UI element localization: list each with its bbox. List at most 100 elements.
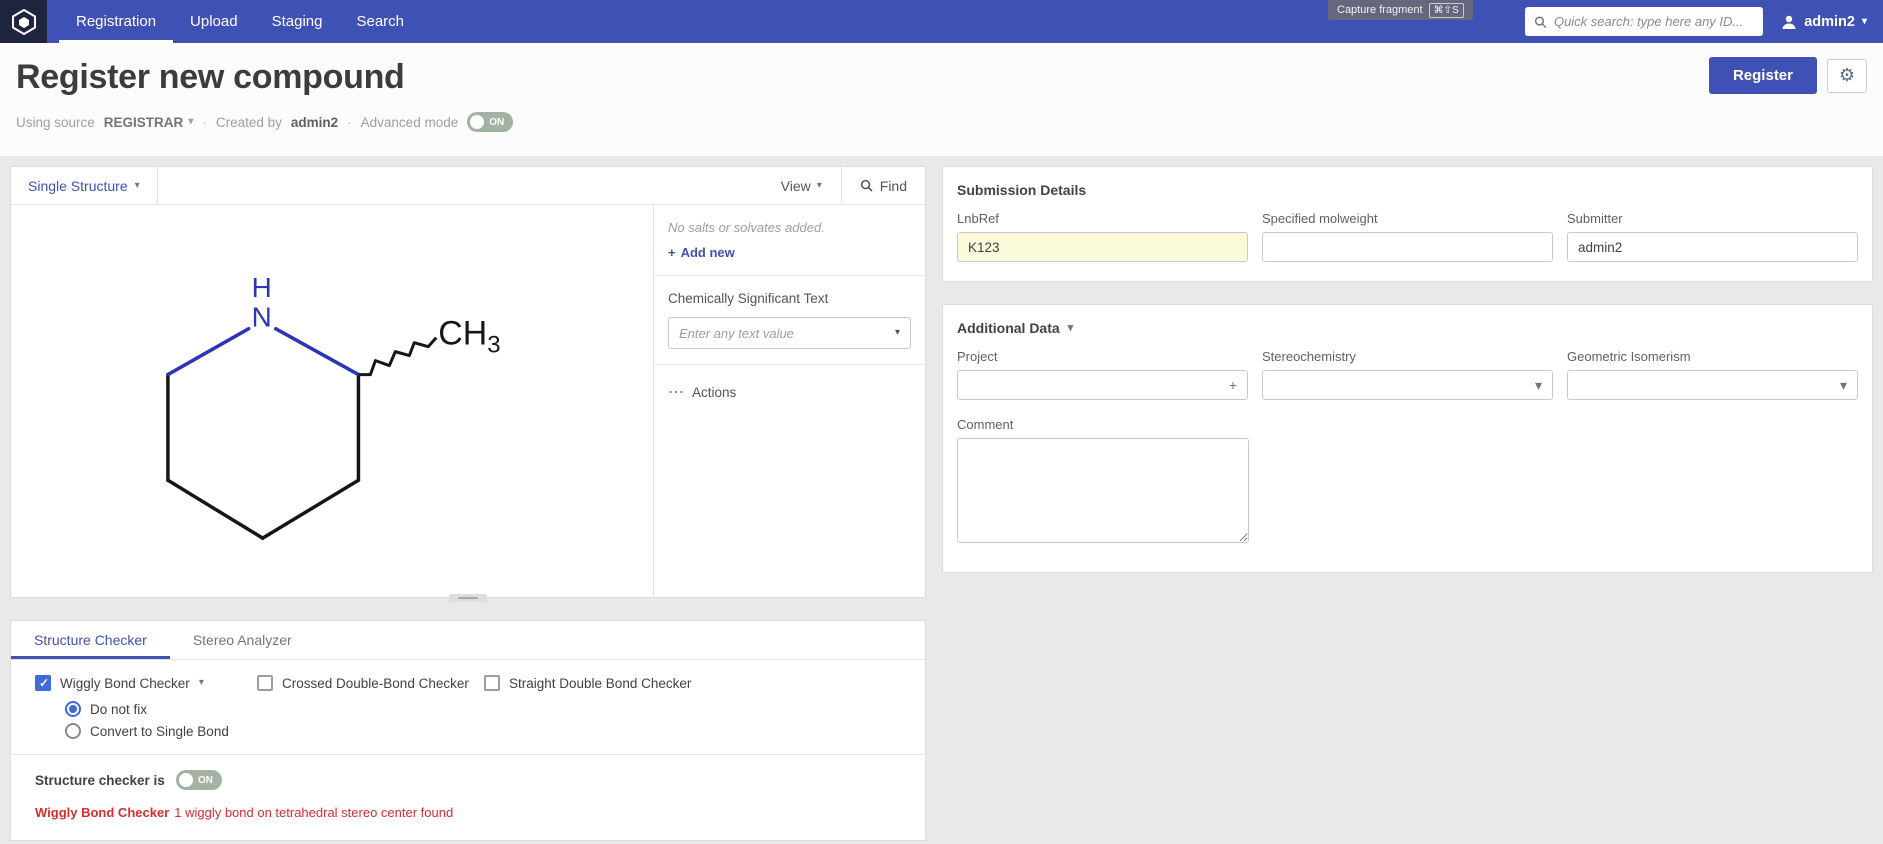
structure-card: Single Structure ▾ View ▾ Find — [10, 166, 926, 598]
geometric-isomerism-select[interactable]: ▾ — [1567, 370, 1858, 400]
capture-fragment-overlay[interactable]: Capture fragment ⌘⇧S — [1328, 0, 1473, 20]
actions-menu[interactable]: ⋯ Actions — [668, 365, 911, 402]
chevron-down-icon: ▾ — [1068, 323, 1074, 334]
brand-logo[interactable] — [0, 0, 47, 43]
add-new-label: Add new — [681, 245, 735, 260]
wiggly-bond — [358, 338, 436, 375]
molecule-drawing: H N CH3 — [11, 205, 653, 597]
field-label: Submitter — [1567, 211, 1858, 226]
field-label: Stereochemistry — [1262, 349, 1553, 364]
tab-stereo-analyzer[interactable]: Stereo Analyzer — [170, 621, 315, 659]
checker-list: Wiggly Bond Checker ▾ Crossed Double-Bon… — [35, 675, 901, 691]
created-by-value: admin2 — [291, 115, 338, 130]
nav-item-registration[interactable]: Registration — [59, 0, 173, 43]
advanced-mode-label: Advanced mode — [361, 115, 459, 130]
chevron-down-icon: ▾ — [895, 328, 900, 338]
checkbox[interactable] — [484, 675, 500, 691]
page-title: Register new compound — [16, 58, 1867, 97]
navbar-right: admin2 ▾ — [1525, 0, 1883, 43]
chevron-down-icon: ▾ — [1535, 377, 1542, 394]
checkbox[interactable] — [257, 675, 273, 691]
nav-item-upload[interactable]: Upload — [173, 0, 255, 43]
capture-fragment-label: Capture fragment — [1337, 4, 1423, 16]
find-button[interactable]: Find — [841, 167, 925, 204]
atom-n-label: N — [252, 302, 272, 333]
user-menu[interactable]: admin2 ▾ — [1781, 14, 1867, 30]
structure-canvas[interactable]: H N CH3 — [11, 205, 653, 597]
fix-options: Do not fix Convert to Single Bond — [65, 701, 901, 739]
cst-combobox[interactable]: ▾ — [668, 317, 911, 349]
subheader: Using source REGISTRAR ▾ · Created by ad… — [16, 112, 1867, 132]
stereochemistry-input[interactable] — [1273, 372, 1528, 398]
chevron-down-icon: ▾ — [817, 181, 822, 191]
salts-section: No salts or solvates added. + Add new — [654, 205, 925, 276]
field-label: Project — [957, 349, 1248, 364]
left-column: Single Structure ▾ View ▾ Find — [10, 166, 926, 841]
project-select[interactable]: + — [957, 370, 1248, 400]
checkbox[interactable] — [35, 675, 51, 691]
checker-card: Structure Checker Stereo Analyzer Wiggly… — [10, 620, 926, 841]
additional-data-header[interactable]: Additional Data ▾ — [957, 320, 1858, 336]
cst-input[interactable] — [679, 326, 895, 341]
structure-side-panel: No salts or solvates added. + Add new Ch… — [653, 205, 925, 597]
chevron-down-icon: ▾ — [1840, 377, 1847, 394]
submission-details-card: Submission Details LnbRef Specified molw… — [942, 166, 1873, 282]
chevron-down-icon[interactable]: ▾ — [199, 678, 204, 688]
additional-data-card: Additional Data ▾ Project + Stereochemis… — [942, 304, 1873, 573]
view-selector[interactable]: View ▾ — [762, 167, 841, 204]
checker-wiggly-bond[interactable]: Wiggly Bond Checker ▾ — [35, 675, 257, 691]
chevron-down-icon: ▾ — [188, 117, 193, 127]
using-source-label: Using source — [16, 115, 95, 130]
field-lnbref: LnbRef — [957, 211, 1248, 262]
divider — [11, 754, 925, 755]
tab-label: Structure Checker — [34, 632, 147, 648]
search-icon — [860, 179, 873, 192]
field-label: Specified molweight — [1262, 211, 1553, 226]
add-salt-link[interactable]: + Add new — [668, 245, 735, 260]
nav-item-search[interactable]: Search — [339, 0, 421, 43]
structure-checker-toggle[interactable]: ON — [176, 770, 222, 790]
radio-button[interactable] — [65, 701, 81, 717]
submitter-input[interactable] — [1567, 232, 1858, 262]
stereochemistry-select[interactable]: ▾ — [1262, 370, 1553, 400]
user-icon — [1781, 14, 1797, 30]
salts-empty-text: No salts or solvates added. — [668, 220, 911, 235]
checker-status-row: Structure checker is ON — [35, 770, 901, 790]
nav-item-label: Search — [356, 13, 404, 30]
comment-textarea[interactable] — [957, 438, 1249, 543]
cst-section: Chemically Significant Text ▾ — [654, 276, 925, 365]
checker-content: Wiggly Bond Checker ▾ Crossed Double-Bon… — [11, 660, 925, 820]
main-nav: Registration Upload Staging Search — [59, 0, 421, 43]
chevron-down-icon: ▾ — [1862, 17, 1867, 27]
advanced-mode-toggle[interactable]: ON — [467, 112, 513, 132]
radio-do-not-fix[interactable]: Do not fix — [65, 701, 901, 717]
radio-button[interactable] — [65, 723, 81, 739]
quick-search-input[interactable] — [1554, 14, 1754, 29]
settings-button[interactable]: ⚙ — [1827, 59, 1867, 93]
checker-crossed-double-bond[interactable]: Crossed Double-Bond Checker — [257, 675, 484, 691]
nav-item-label: Upload — [190, 13, 238, 30]
field-label: LnbRef — [957, 211, 1248, 226]
project-input[interactable] — [968, 372, 1222, 398]
tab-structure-checker[interactable]: Structure Checker — [11, 621, 170, 659]
plus-icon: + — [668, 245, 676, 260]
separator: · — [347, 115, 352, 130]
additional-data-title: Additional Data — [957, 320, 1060, 336]
structure-toolbar: Single Structure ▾ View ▾ Find — [11, 167, 925, 205]
register-button[interactable]: Register — [1709, 57, 1817, 94]
comment-label: Comment — [957, 417, 1858, 432]
source-selector[interactable]: REGISTRAR ▾ — [104, 115, 194, 130]
panel-resize-handle[interactable] — [449, 594, 487, 602]
radio-convert-single-bond[interactable]: Convert to Single Bond — [65, 723, 901, 739]
geometric-isomerism-input[interactable] — [1578, 372, 1833, 398]
top-navbar: Registration Upload Staging Search Captu… — [0, 0, 1883, 43]
molweight-input[interactable] — [1262, 232, 1553, 262]
structure-mode-selector[interactable]: Single Structure ▾ — [11, 167, 158, 204]
nav-item-staging[interactable]: Staging — [255, 0, 340, 43]
checker-straight-double-bond[interactable]: Straight Double Bond Checker — [484, 675, 691, 691]
checker-tabs: Structure Checker Stereo Analyzer — [11, 621, 925, 660]
lnbref-input[interactable] — [957, 232, 1248, 262]
source-value: REGISTRAR — [104, 115, 184, 130]
plus-icon[interactable]: + — [1229, 377, 1237, 393]
quick-search — [1525, 7, 1763, 36]
